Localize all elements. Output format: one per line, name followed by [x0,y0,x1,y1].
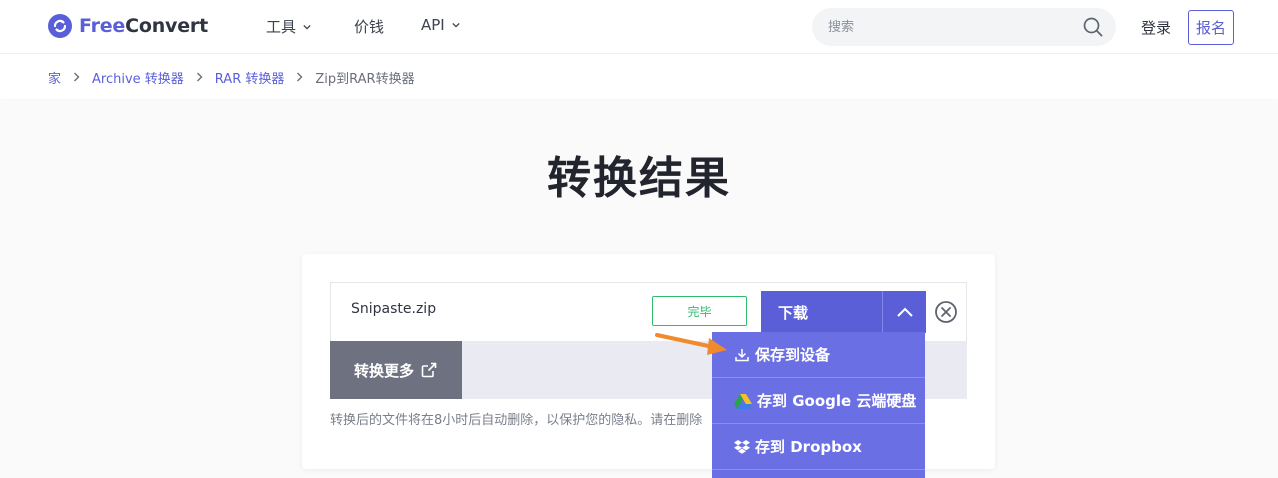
chevron-right-icon [74,72,80,82]
download-options-toggle[interactable] [882,291,926,333]
nav-tools[interactable]: 工具 [266,16,311,37]
search-icon[interactable] [1082,16,1104,38]
top-navigation-bar: FreeConvert 工具 价钱 API 登录 报名 [0,0,1278,54]
search-input[interactable] [828,8,1078,46]
save-to-dropbox-item[interactable]: 存到 Dropbox [712,424,925,470]
logo-convert-text: Convert [125,15,208,37]
page-title: 转换结果 [547,153,731,204]
nav-tools-label: 工具 [266,18,297,36]
file-name: Snipaste.zip [351,301,437,317]
freeconvert-logo[interactable]: FreeConvert [48,14,208,38]
nav-api[interactable]: API [421,16,460,34]
save-to-dropbox-label: 存到 Dropbox [755,438,862,456]
login-link[interactable]: 登录 [1141,17,1171,38]
external-link-icon [421,362,437,378]
download-icon [734,347,750,363]
save-to-device-item[interactable]: 保存到设备 [712,332,925,378]
nav-pricing-label: 价钱 [354,18,385,36]
privacy-note: 转换后的文件将在8小时后自动删除，以保护您的隐私。请在删除 [330,413,703,428]
nav-pricing[interactable]: 价钱 [354,16,384,37]
annotation-arrow-icon [655,333,727,355]
logo-free-text: Free [79,15,126,37]
signup-button[interactable]: 报名 [1188,10,1234,45]
search-box [812,8,1116,46]
breadcrumb-archive-converter[interactable]: Archive 转换器 [92,68,184,87]
chevron-down-icon [303,24,311,30]
save-to-google-drive-label: 存到 Google 云端硬盘 [757,392,917,410]
breadcrumb-rar-converter[interactable]: RAR 转换器 [215,68,285,87]
download-button-group: 下载 [761,291,926,333]
breadcrumb-current: Zip到RAR转换器 [315,71,415,87]
save-to-google-drive-item[interactable]: 存到 Google 云端硬盘 [712,378,925,424]
breadcrumb: 家 Archive 转换器 RAR 转换器 Zip到RAR转换器 [0,55,1278,99]
breadcrumb-home[interactable]: 家 [48,68,61,87]
download-dropdown-menu: 保存到设备 存到 Google 云端硬盘 存到 Dropbox [712,332,925,478]
google-drive-icon [734,393,752,409]
logo-wordmark: FreeConvert [79,15,208,37]
convert-more-button[interactable]: 转换更多 [330,341,462,399]
convert-more-label: 转换更多 [354,361,415,380]
chevron-down-icon [452,22,460,28]
chevron-right-icon [196,72,203,82]
save-to-device-label: 保存到设备 [755,346,831,364]
chevron-right-icon [297,72,303,82]
download-button[interactable]: 下载 [761,291,882,333]
status-badge: 完毕 [652,296,747,326]
remove-file-icon[interactable] [934,300,958,324]
logo-icon [48,14,72,38]
dropbox-icon [734,439,750,455]
chevron-up-icon [896,307,913,317]
nav-api-label: API [421,16,445,34]
